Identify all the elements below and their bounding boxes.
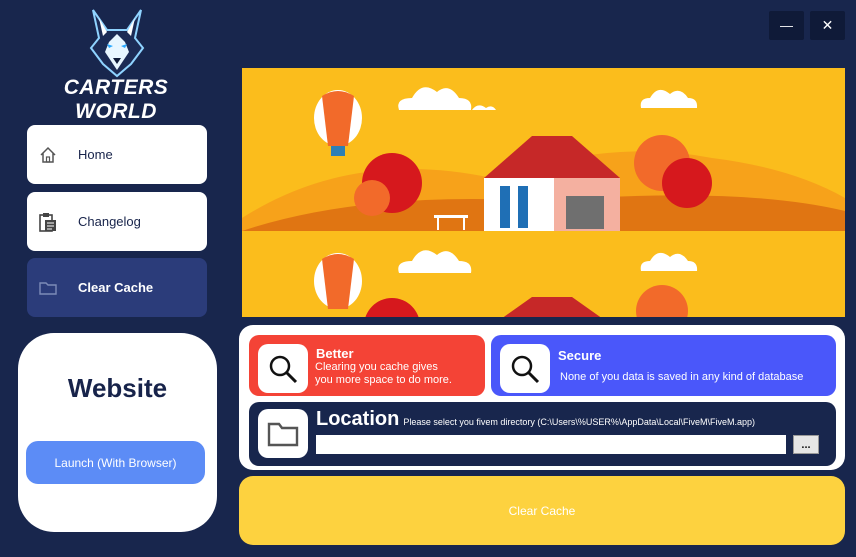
better-text-line2: you more space to do more. [315, 374, 452, 386]
secure-text: None of you data is saved in any kind of… [560, 371, 804, 383]
banner-scene-bottom [242, 231, 845, 317]
secure-card: Secure None of you data is saved in any … [491, 335, 836, 396]
home-icon [38, 145, 58, 165]
sidebar-item-home[interactable]: Home [27, 125, 207, 184]
sidebar-item-clear-cache[interactable]: Clear Cache [27, 258, 207, 317]
banner-scene-top [242, 68, 845, 231]
minimize-icon: — [780, 18, 793, 33]
secure-title: Secure [558, 348, 602, 363]
better-title: Better [316, 346, 354, 361]
minimize-button[interactable]: — [769, 11, 804, 40]
sidebar-item-label: Home [78, 147, 113, 162]
close-button[interactable]: ✕ [810, 11, 845, 40]
better-text-line1: Clearing you cache gives [315, 361, 438, 373]
location-title: Location [316, 408, 400, 430]
close-icon: ✕ [821, 17, 834, 33]
clear-cache-button[interactable]: Clear Cache [239, 476, 845, 545]
info-panel: Better Clearing you cache gives you more… [239, 325, 845, 470]
brand-name: CARTERS WORLD [63, 76, 169, 123]
fivem-directory-input[interactable] [316, 435, 786, 454]
launch-browser-button[interactable]: Launch (With Browser) [26, 441, 205, 484]
search-icon [258, 344, 308, 393]
sidebar-item-label: Changelog [78, 214, 141, 229]
folder-icon [38, 278, 58, 298]
banner-image [242, 68, 845, 317]
folder-icon [258, 409, 308, 458]
better-card: Better Clearing you cache gives you more… [249, 335, 485, 396]
location-hint: Please select you fivem directory (C:\Us… [403, 417, 755, 427]
website-title: Website [67, 373, 168, 403]
website-card: Website Launch (With Browser) [18, 333, 217, 532]
sidebar-item-label: Clear Cache [78, 280, 154, 295]
sidebar-item-changelog[interactable]: Changelog [27, 192, 207, 251]
location-card: Location Please select you fivem directo… [249, 402, 836, 466]
wolf-logo-icon [85, 8, 149, 78]
browse-button[interactable]: ... [793, 435, 819, 454]
search-icon [500, 344, 550, 393]
clipboard-icon [38, 212, 58, 232]
